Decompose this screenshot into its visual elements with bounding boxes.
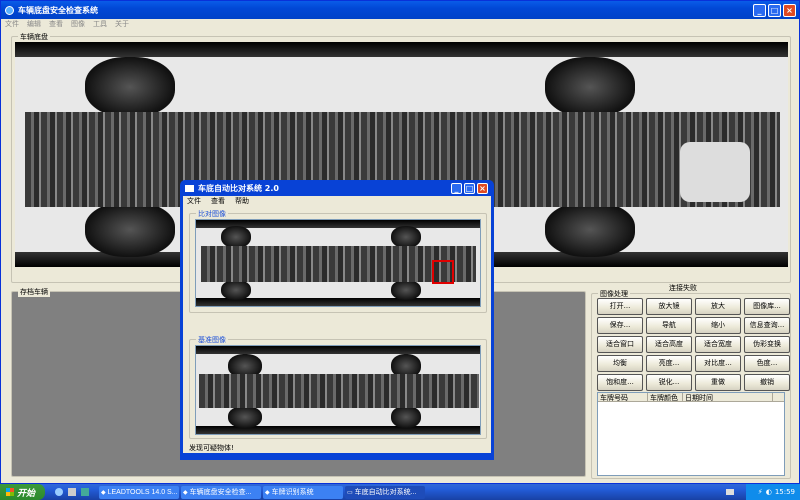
image-btn-1[interactable]: 放大镜 xyxy=(646,298,692,315)
image-btn-14[interactable]: 对比度... xyxy=(695,355,741,372)
app-icon xyxy=(5,5,14,15)
archive-group-label: 存档车辆 xyxy=(18,287,50,297)
compare-group: 比对图像 xyxy=(189,209,487,313)
image-btn-0[interactable]: 打开... xyxy=(597,298,643,315)
task-plate-recognition[interactable]: ◆ 车牌识别系统 xyxy=(263,485,343,499)
network-icon[interactable]: ⚡ xyxy=(758,488,763,496)
task-chassis-system[interactable]: ◆ 车辆底盘安全检查... xyxy=(181,485,261,499)
task-label: 车底自动比对系统... xyxy=(354,489,417,496)
image-btn-17[interactable]: 锐化... xyxy=(646,374,692,391)
minimize-button[interactable]: _ xyxy=(753,3,766,17)
dialog-status: 发现可疑物体! xyxy=(189,444,234,452)
image-btn-8[interactable]: 适合窗口 xyxy=(597,336,643,353)
reference-label: 基准图像 xyxy=(196,335,228,345)
app-icon: ◆ xyxy=(265,489,270,496)
image-processing-group: 图像处理 打开... 放大镜 放大 图像库... 保存... 导航 缩小 信息查询... 适合窗… xyxy=(591,289,791,479)
menu-file[interactable]: 文件 xyxy=(5,19,19,29)
image-btn-6[interactable]: 缩小 xyxy=(695,317,741,334)
image-btn-2[interactable]: 放大 xyxy=(695,298,741,315)
connection-status: 连接失败 xyxy=(669,284,697,292)
task-compare-system[interactable]: ▭ 车底自动比对系统... xyxy=(345,485,425,499)
image-btn-3[interactable]: 图像库... xyxy=(744,298,790,315)
desktop-quicklaunch-icon[interactable] xyxy=(81,488,89,496)
vehicle-table[interactable]: 车牌号码 车牌颜色 日期时间 xyxy=(597,392,785,476)
volume-icon[interactable]: ◐ xyxy=(766,488,772,496)
system-tray: ⚡ ◐ 15:59 xyxy=(746,484,800,500)
dialog-menubar: 文件 查看 帮助 xyxy=(183,196,491,206)
reference-group: 基准图像 xyxy=(189,335,487,439)
dialog-maximize-button[interactable]: □ xyxy=(464,182,475,194)
app-icon: ◆ xyxy=(101,489,106,496)
menu-image[interactable]: 图像 xyxy=(71,19,85,29)
close-button[interactable]: × xyxy=(783,3,796,17)
app-icon: ◆ xyxy=(183,489,188,496)
main-titlebar[interactable]: 车辆底盘安全检查系统 _ □ × xyxy=(1,1,799,19)
image-btn-18[interactable]: 重做 xyxy=(695,374,741,391)
windows-logo-icon xyxy=(6,488,14,496)
menu-view[interactable]: 查看 xyxy=(49,19,63,29)
menu-edit[interactable]: 编辑 xyxy=(27,19,41,29)
dialog-icon xyxy=(185,184,194,192)
start-button[interactable]: 开始 xyxy=(0,484,45,500)
image-btn-15[interactable]: 色度... xyxy=(744,355,790,372)
image-btn-9[interactable]: 适合高度 xyxy=(646,336,692,353)
media-quicklaunch-icon[interactable] xyxy=(68,488,76,496)
image-btn-16[interactable]: 饱和度... xyxy=(597,374,643,391)
menu-tools[interactable]: 工具 xyxy=(93,19,107,29)
col-plate-color[interactable]: 车牌颜色 xyxy=(648,393,683,402)
main-title: 车辆底盘安全检查系统 xyxy=(18,5,98,15)
chassis-group-label: 车辆底盘 xyxy=(18,32,50,42)
dialog-menu-view[interactable]: 查看 xyxy=(211,196,225,206)
image-btn-13[interactable]: 亮度... xyxy=(646,355,692,372)
task-leadtools[interactable]: ◆ LEADTOOLS 14.0 S... xyxy=(99,485,179,499)
dialog-menu-help[interactable]: 帮助 xyxy=(235,196,249,206)
start-label: 开始 xyxy=(17,488,36,499)
maximize-button[interactable]: □ xyxy=(768,3,781,17)
image-btn-4[interactable]: 保存... xyxy=(597,317,643,334)
compare-image[interactable] xyxy=(195,219,481,307)
task-label: 车辆底盘安全检查... xyxy=(189,489,252,496)
dialog-close-button[interactable]: × xyxy=(477,182,488,194)
image-btn-10[interactable]: 适合宽度 xyxy=(695,336,741,353)
image-btn-7[interactable]: 信息查询... xyxy=(744,317,790,334)
col-plate-number[interactable]: 车牌号码 xyxy=(598,393,648,402)
suspicious-object xyxy=(680,142,750,202)
col-datetime[interactable]: 日期时间 xyxy=(683,393,773,402)
compare-dialog: 车底自动比对系统 2.0 _ □ × 文件 查看 帮助 比对图像 基准图像 发现… xyxy=(180,180,494,460)
suspicious-highlight-box xyxy=(432,260,454,284)
dialog-title: 车底自动比对系统 2.0 xyxy=(198,183,279,193)
keyboard-icon[interactable] xyxy=(726,489,734,495)
main-menubar: 文件 编辑 查看 图像 工具 关于 xyxy=(1,19,799,29)
dialog-minimize-button[interactable]: _ xyxy=(451,182,462,194)
dialog-titlebar[interactable]: 车底自动比对系统 2.0 _ □ × xyxy=(183,180,491,196)
task-label: 车牌识别系统 xyxy=(271,489,314,496)
taskbar: 开始 ◆ LEADTOOLS 14.0 S... ◆ 车辆底盘安全检查... ◆ 车牌… xyxy=(0,484,800,500)
window-icon: ▭ xyxy=(347,489,353,496)
task-label: LEADTOOLS 14.0 S... xyxy=(107,488,178,496)
menu-about[interactable]: 关于 xyxy=(115,19,129,29)
image-btn-19[interactable]: 撤销 xyxy=(744,374,790,391)
image-btn-12[interactable]: 均衡 xyxy=(597,355,643,372)
image-btn-11[interactable]: 伪彩变换 xyxy=(744,336,790,353)
clock[interactable]: 15:59 xyxy=(775,488,795,496)
ie-quicklaunch-icon[interactable] xyxy=(55,488,63,496)
compare-label: 比对图像 xyxy=(196,209,228,219)
reference-image[interactable] xyxy=(195,345,481,435)
image-btn-5[interactable]: 导航 xyxy=(646,317,692,334)
dialog-menu-file[interactable]: 文件 xyxy=(187,196,201,206)
